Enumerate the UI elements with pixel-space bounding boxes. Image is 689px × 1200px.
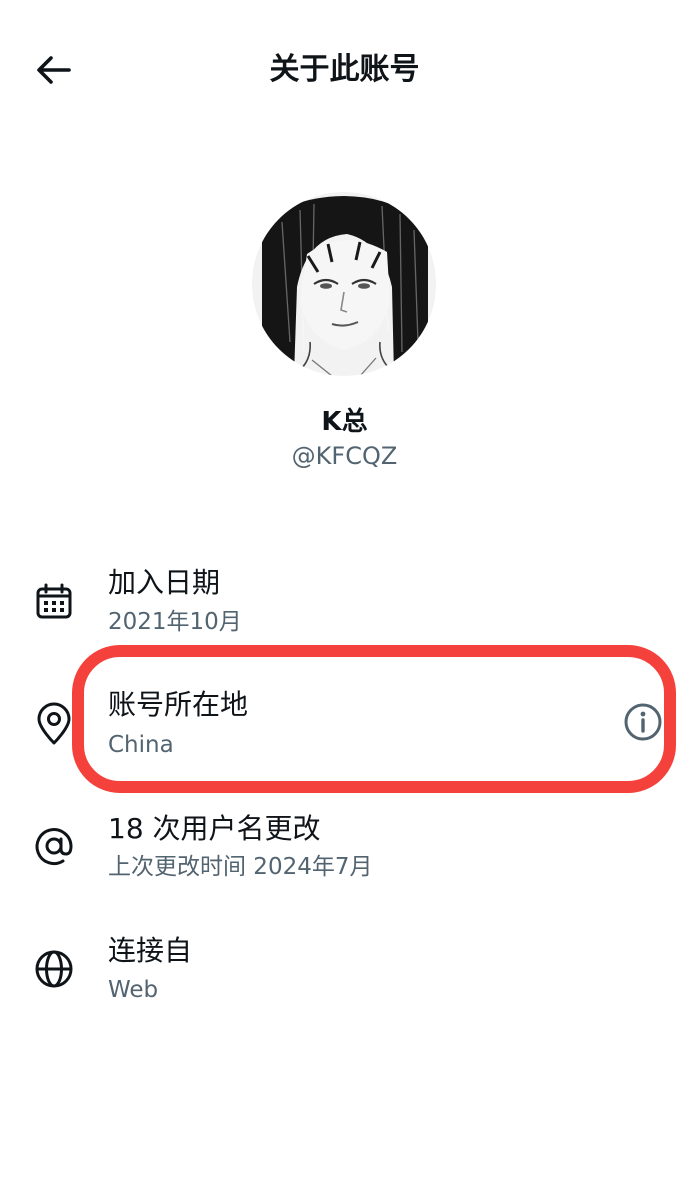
row-subtitle: China [108,732,174,758]
top-bar: 关于此账号 [0,0,689,140]
row-title: 连接自 [108,934,193,967]
location-pin-icon [30,700,78,748]
row-subtitle: 上次更改时间 2024年7月 [108,854,373,880]
row-title: 加入日期 [108,566,221,599]
row-username-changes: 18 次用户名更改 上次更改时间 2024年7月 [0,806,689,916]
row-title: 账号所在地 [108,688,249,721]
display-name: K总 [321,407,368,437]
row-join-date: 加入日期 2021年10月 [0,560,689,670]
row-connected-via: 连接自 Web [0,928,689,1038]
calendar-icon [30,578,78,626]
avatar[interactable] [252,192,436,376]
info-icon [624,703,662,741]
row-subtitle: Web [108,977,159,1003]
account-handle: @KFCQZ [291,442,398,470]
at-sign-icon [30,822,78,870]
row-account-location: 账号所在地 China [0,684,689,794]
info-button[interactable] [620,699,666,745]
globe-icon [30,945,78,993]
row-subtitle: 2021年10月 [108,609,242,635]
page-title: 关于此账号 [269,52,420,87]
row-title: 18 次用户名更改 [108,812,321,845]
